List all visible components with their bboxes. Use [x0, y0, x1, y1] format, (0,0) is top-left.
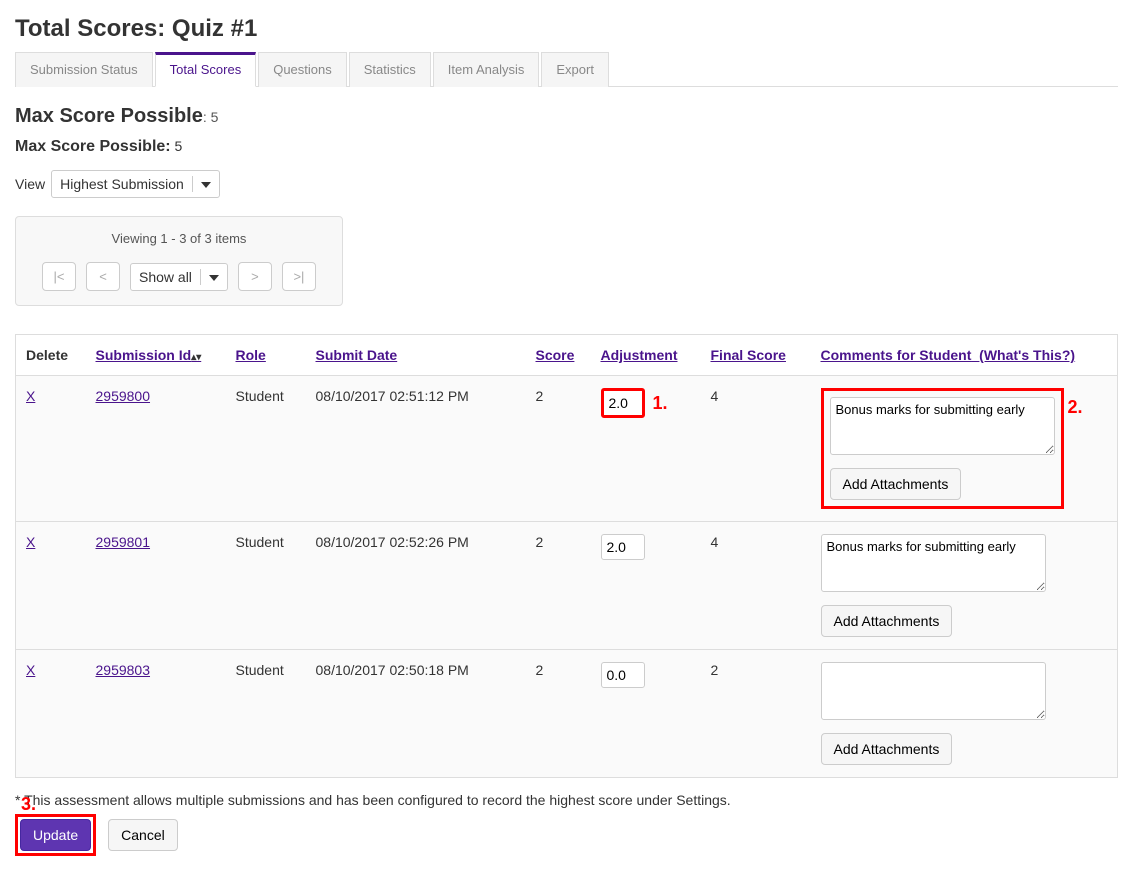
- final-score-cell: 2: [701, 650, 811, 778]
- submit-date-cell: 08/10/2017 02:52:26 PM: [306, 522, 526, 650]
- update-button[interactable]: Update: [20, 819, 91, 851]
- adjustment-input[interactable]: [601, 534, 645, 560]
- col-comments: Comments for Student (What's This?): [811, 335, 1118, 376]
- view-select[interactable]: Highest Submission: [51, 170, 220, 198]
- table-row: X 2959800 Student 08/10/2017 02:51:12 PM…: [16, 376, 1118, 522]
- sort-icon: ▴▾: [191, 352, 201, 363]
- pager-status: Viewing 1 - 3 of 3 items: [42, 231, 316, 246]
- adjustment-input[interactable]: [601, 388, 645, 418]
- pager-first-button[interactable]: |<: [42, 262, 76, 291]
- final-score-cell: 4: [701, 522, 811, 650]
- comment-textarea[interactable]: [821, 662, 1046, 720]
- callout-3: 3.: [21, 794, 36, 815]
- max-score-heading: Max Score Possible: [15, 105, 203, 127]
- scores-table: Delete Submission Id▴▾ Role Submit Date …: [15, 334, 1118, 778]
- submission-id-link[interactable]: 2959803: [96, 662, 151, 678]
- final-score-cell: 4: [701, 376, 811, 522]
- pager-prev-button[interactable]: <: [86, 262, 120, 291]
- view-row: View Highest Submission: [15, 170, 1118, 198]
- table-row: X 2959801 Student 08/10/2017 02:52:26 PM…: [16, 522, 1118, 650]
- callout-1: 1.: [653, 393, 668, 414]
- comments-highlight-box: Add Attachments 2.: [821, 388, 1064, 509]
- add-attachments-button[interactable]: Add Attachments: [821, 733, 953, 765]
- col-adjustment[interactable]: Adjustment: [591, 335, 701, 376]
- add-attachments-button[interactable]: Add Attachments: [830, 468, 962, 500]
- pager-show-select[interactable]: Show all: [130, 263, 228, 291]
- adjustment-input[interactable]: [601, 662, 645, 688]
- score-cell: 2: [526, 650, 591, 778]
- submit-date-cell: 08/10/2017 02:51:12 PM: [306, 376, 526, 522]
- max-score-subtitle-value: 5: [175, 138, 183, 154]
- tab-questions[interactable]: Questions: [258, 52, 347, 87]
- col-submission-id[interactable]: Submission Id▴▾: [86, 335, 226, 376]
- role-cell: Student: [226, 650, 306, 778]
- submission-id-link[interactable]: 2959801: [96, 534, 151, 550]
- pager-last-button[interactable]: >|: [282, 262, 316, 291]
- comment-textarea[interactable]: [821, 534, 1046, 592]
- tab-statistics[interactable]: Statistics: [349, 52, 431, 87]
- cancel-button[interactable]: Cancel: [108, 819, 178, 851]
- pager-show-value: Show all: [139, 269, 192, 285]
- role-cell: Student: [226, 522, 306, 650]
- col-comments-link[interactable]: Comments for Student: [821, 347, 972, 363]
- submit-date-cell: 08/10/2017 02:50:18 PM: [306, 650, 526, 778]
- delete-link[interactable]: X: [26, 534, 35, 550]
- pager: Viewing 1 - 3 of 3 items |< < Show all >…: [15, 216, 343, 306]
- max-score-heading-value: : 5: [203, 109, 219, 125]
- view-select-value: Highest Submission: [60, 176, 184, 192]
- score-cell: 2: [526, 376, 591, 522]
- page-title: Total Scores: Quiz #1: [15, 15, 1118, 43]
- tab-total-scores[interactable]: Total Scores: [155, 52, 257, 87]
- tabs-bar: Submission Status Total Scores Questions…: [15, 51, 1118, 87]
- add-attachments-button[interactable]: Add Attachments: [821, 605, 953, 637]
- role-cell: Student: [226, 376, 306, 522]
- col-delete: Delete: [16, 335, 86, 376]
- pager-next-button[interactable]: >: [238, 262, 272, 291]
- chevron-down-icon: [192, 176, 211, 192]
- max-score-subtitle: Max Score Possible:: [15, 138, 171, 155]
- delete-link[interactable]: X: [26, 662, 35, 678]
- whats-this-link[interactable]: (What's This?): [979, 347, 1075, 363]
- tab-item-analysis[interactable]: Item Analysis: [433, 52, 540, 87]
- callout-2: 2.: [1067, 397, 1082, 418]
- comment-textarea[interactable]: [830, 397, 1055, 455]
- col-final-score[interactable]: Final Score: [701, 335, 811, 376]
- col-score[interactable]: Score: [526, 335, 591, 376]
- chevron-down-icon: [200, 269, 219, 285]
- footer-note: * This assessment allows multiple submis…: [15, 792, 1118, 808]
- col-role[interactable]: Role: [226, 335, 306, 376]
- tab-export[interactable]: Export: [541, 52, 609, 87]
- view-label: View: [15, 176, 45, 192]
- submission-id-link[interactable]: 2959800: [96, 388, 151, 404]
- tab-submission-status[interactable]: Submission Status: [15, 52, 153, 87]
- delete-link[interactable]: X: [26, 388, 35, 404]
- score-cell: 2: [526, 522, 591, 650]
- table-row: X 2959803 Student 08/10/2017 02:50:18 PM…: [16, 650, 1118, 778]
- col-submit-date[interactable]: Submit Date: [306, 335, 526, 376]
